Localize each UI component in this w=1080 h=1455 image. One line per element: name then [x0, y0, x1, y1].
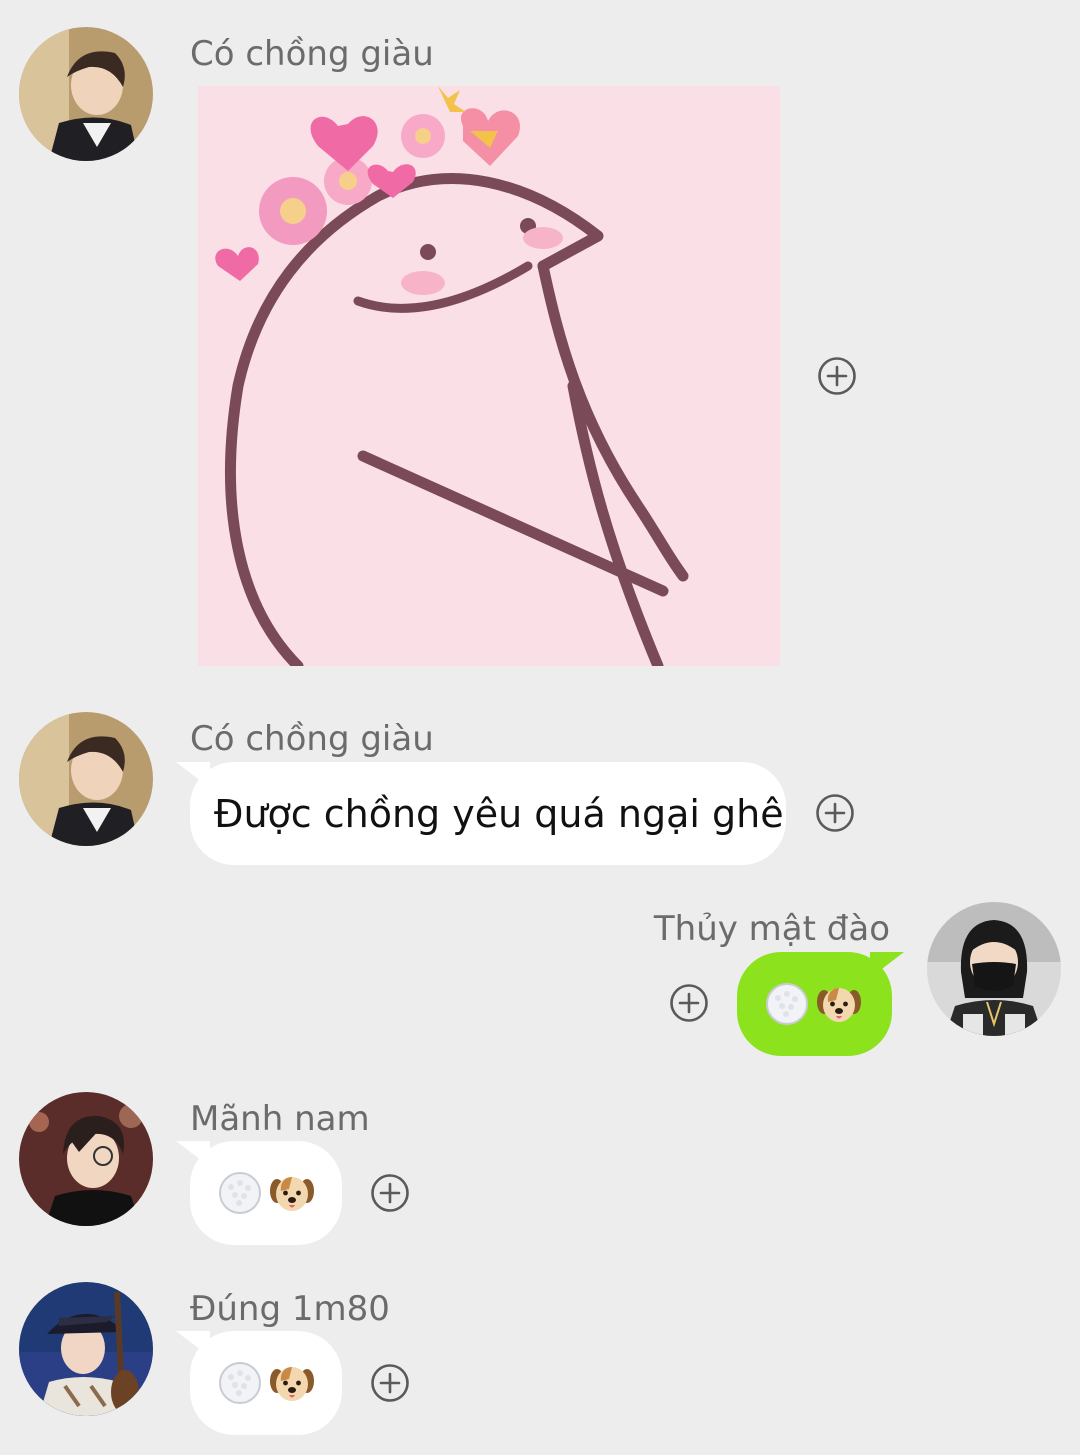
message-bubble[interactable]: [190, 1141, 342, 1245]
plus-circle-icon: [817, 356, 857, 396]
rice-bowl-emoji: [216, 1359, 264, 1407]
avatar[interactable]: [19, 1282, 153, 1416]
rice-bowl-emoji: [763, 980, 811, 1028]
react-plus-button[interactable]: [815, 793, 855, 833]
react-plus-button[interactable]: [370, 1363, 410, 1403]
sender-name: Thủy mật đào: [653, 909, 890, 949]
message-bubble[interactable]: Được chồng yêu quá ngại ghê: [190, 762, 786, 865]
react-plus-button[interactable]: [370, 1173, 410, 1213]
plus-circle-icon: [669, 983, 709, 1023]
plus-circle-icon: [815, 793, 855, 833]
avatar[interactable]: [19, 712, 153, 846]
dog-face-emoji: [268, 1359, 316, 1407]
plus-circle-icon: [370, 1363, 410, 1403]
sender-name: Đúng 1m80: [190, 1289, 390, 1329]
sticker-image[interactable]: [198, 86, 780, 672]
sender-name: Có chồng giàu: [190, 719, 434, 759]
react-plus-button[interactable]: [817, 356, 857, 396]
sender-name: Mãnh nam: [190, 1099, 370, 1139]
avatar[interactable]: [19, 27, 153, 161]
plus-circle-icon: [370, 1173, 410, 1213]
avatar[interactable]: [19, 1092, 153, 1226]
message-bubble[interactable]: [190, 1331, 342, 1435]
rice-bowl-emoji: [216, 1169, 264, 1217]
sender-name: Có chồng giàu: [190, 34, 434, 74]
dog-face-emoji: [815, 980, 863, 1028]
message-bubble[interactable]: [737, 952, 892, 1056]
avatar[interactable]: [927, 902, 1061, 1036]
dog-face-emoji: [268, 1169, 316, 1217]
message-text: Được chồng yêu quá ngại ghê: [214, 791, 784, 836]
react-plus-button[interactable]: [669, 983, 709, 1023]
